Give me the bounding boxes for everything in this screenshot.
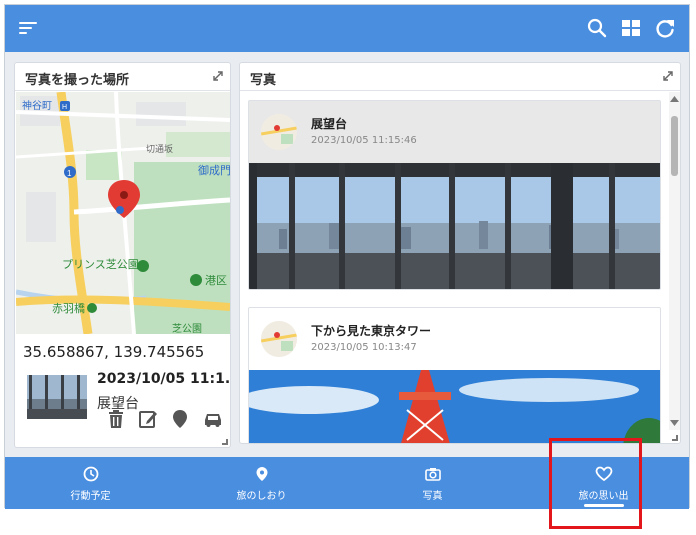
scroll-down-icon[interactable] xyxy=(669,418,680,428)
photo-card-title: 下から見た東京タワー xyxy=(311,324,432,338)
entry-date: 2023/10/05 11:1... xyxy=(97,371,229,387)
location-panel: 写真を撮った場所 1 神谷町 H 切通坂 御成門 プリンス芝公園 港区 赤羽橋 … xyxy=(14,62,231,448)
car-icon[interactable] xyxy=(203,409,223,429)
nav-item-label: 行動予定 xyxy=(70,491,111,502)
scroll-thumb[interactable] xyxy=(671,116,678,176)
photo-card-header: 展望台 2023/10/05 11:15:46 xyxy=(249,101,660,163)
nav-item-photos[interactable]: 写真 xyxy=(347,457,518,509)
nav-item-label: 写真 xyxy=(422,491,443,502)
expand-icon[interactable] xyxy=(662,70,674,82)
coordinates-text: 35.658867, 139.745565 xyxy=(23,343,205,361)
search-icon[interactable] xyxy=(586,17,608,39)
menu-icon[interactable] xyxy=(19,20,37,36)
photo-panel-title: 写真 xyxy=(250,73,277,88)
resize-handle[interactable] xyxy=(222,439,228,445)
photo-card[interactable]: 展望台 2023/10/05 11:15:46 xyxy=(248,100,661,290)
trash-icon[interactable] xyxy=(106,409,126,429)
map-station-badge: H xyxy=(62,104,67,111)
photo-card-avatar xyxy=(261,321,297,357)
map-label-shiba-koen: 芝公園 xyxy=(172,322,202,334)
tokyo-tower-photo[interactable] xyxy=(249,370,660,443)
observation-deck-photo[interactable] xyxy=(249,163,660,289)
map-label-akabanebashi: 赤羽橋 xyxy=(52,301,85,315)
refresh-icon[interactable] xyxy=(654,17,676,39)
nav-item-schedule[interactable]: 行動予定 xyxy=(5,457,176,509)
map-label-prince-shiba: プリンス芝公園 xyxy=(62,258,139,271)
photo-panel-header: 写真 xyxy=(240,63,680,91)
photo-scrollbar[interactable] xyxy=(669,92,680,430)
photo-card-time: 2023/10/05 10:13:47 xyxy=(311,342,417,353)
app-window: 写真を撮った場所 1 神谷町 H 切通坂 御成門 プリンス芝公園 港区 赤羽橋 … xyxy=(4,4,690,509)
map-label-minato: 港区 xyxy=(205,274,227,287)
expand-icon[interactable] xyxy=(212,70,224,82)
scroll-up-icon[interactable] xyxy=(669,94,680,104)
photo-card-title: 展望台 xyxy=(311,117,348,131)
map-label-onarimon: 御成門 xyxy=(198,163,230,177)
resize-handle[interactable] xyxy=(672,435,678,441)
map-label-kamiyacho: 神谷町 xyxy=(22,99,52,112)
map-label-kiridoshizaka: 切通坂 xyxy=(146,144,173,155)
nav-item-label: 旅のしおり xyxy=(236,491,287,502)
top-app-bar xyxy=(5,5,689,52)
map-pin-icon xyxy=(256,467,267,481)
map-route-badge: 1 xyxy=(67,169,72,178)
photo-panel: 写真 展望台 2023/10/05 11:15:46 下から見た東京タワー 20… xyxy=(239,62,681,444)
annotation-highlight-box xyxy=(549,438,642,529)
location-panel-header: 写真を撮った場所 xyxy=(15,63,230,91)
location-panel-title: 写真を撮った場所 xyxy=(25,73,130,88)
photo-card-avatar xyxy=(261,114,297,150)
photo-card[interactable]: 下から見た東京タワー 2023/10/05 10:13:47 xyxy=(248,307,661,443)
photo-card-header: 下から見た東京タワー 2023/10/05 10:13:47 xyxy=(249,308,660,370)
location-map[interactable]: 1 神谷町 H 切通坂 御成門 プリンス芝公園 港区 赤羽橋 芝公園 xyxy=(16,92,230,334)
nav-item-itinerary[interactable]: 旅のしおり xyxy=(176,457,347,509)
photo-card-time: 2023/10/05 11:15:46 xyxy=(311,135,417,146)
entry-thumbnail[interactable] xyxy=(27,375,87,419)
grid-view-icon[interactable] xyxy=(620,17,642,39)
clock-icon xyxy=(83,466,98,482)
map-pin-icon[interactable] xyxy=(170,409,190,429)
edit-icon[interactable] xyxy=(138,409,158,429)
camera-icon xyxy=(424,468,441,481)
